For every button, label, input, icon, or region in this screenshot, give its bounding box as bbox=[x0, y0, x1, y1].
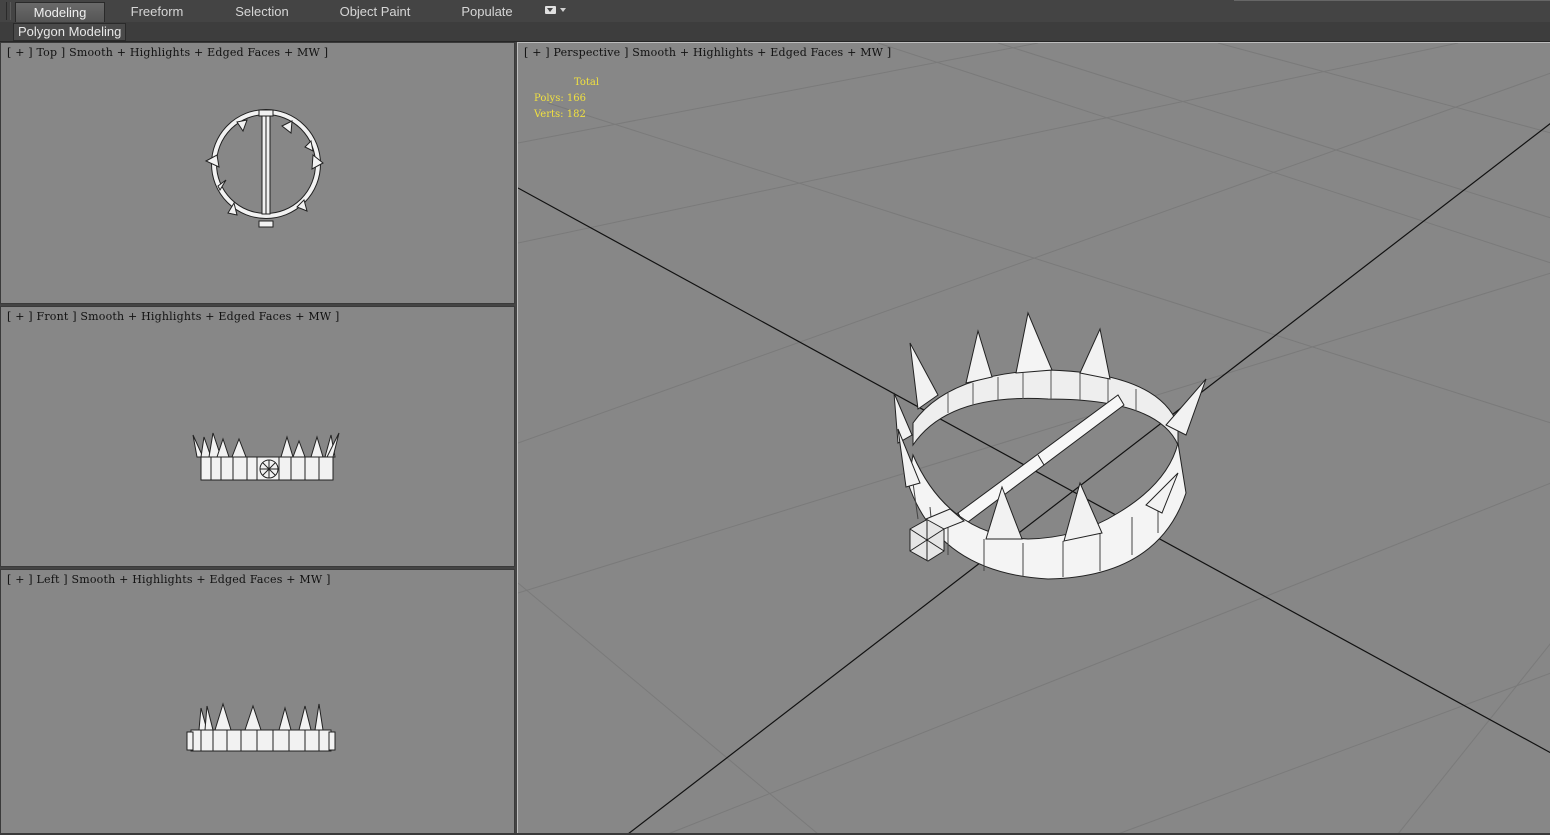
ribbon-grip-handle[interactable] bbox=[6, 2, 11, 20]
tab-freeform[interactable]: Freeform bbox=[117, 2, 197, 21]
stats-polys-label: Polys: bbox=[534, 93, 564, 104]
tab-populate[interactable]: Populate bbox=[447, 2, 527, 21]
viewport-front[interactable]: [ + ] Front ] Smooth + Highlights + Edge… bbox=[0, 306, 515, 567]
stats-polys: Polys: 166 bbox=[534, 93, 586, 104]
crown-model bbox=[893, 311, 1207, 580]
left-view-crown-model bbox=[186, 702, 336, 752]
stats-polys-value: 166 bbox=[566, 93, 586, 104]
tab-selection[interactable]: Selection bbox=[222, 2, 302, 21]
polygon-modeling-panel-button[interactable]: Polygon Modeling bbox=[13, 23, 127, 41]
stats-total-label: Total bbox=[574, 77, 600, 88]
stats-verts-value: 182 bbox=[566, 109, 586, 120]
tab-object-paint[interactable]: Object Paint bbox=[328, 2, 422, 21]
stats-verts: Verts: 182 bbox=[534, 109, 586, 120]
ribbon-options-dropdown-icon[interactable] bbox=[543, 5, 567, 17]
ribbon-panel-row: Polygon Modeling bbox=[0, 22, 1550, 42]
viewport-perspective[interactable]: [ + ] Perspective ] Smooth + Highlights … bbox=[517, 42, 1550, 835]
viewport-perspective-label[interactable]: [ + ] Perspective ] Smooth + Highlights … bbox=[524, 46, 891, 59]
ribbon-divider bbox=[1234, 0, 1550, 1]
tab-modeling[interactable]: Modeling bbox=[15, 2, 105, 22]
viewport-left[interactable]: [ + ] Left ] Smooth + Highlights + Edged… bbox=[0, 569, 515, 835]
ribbon-tab-bar: Modeling Freeform Selection Object Paint… bbox=[0, 0, 1550, 23]
front-view-crown-model bbox=[192, 432, 340, 481]
ground-axes bbox=[518, 123, 1550, 834]
ground-grid bbox=[518, 43, 1550, 834]
perspective-grid-and-model bbox=[518, 43, 1550, 834]
viewport-top[interactable]: [ + ] Top ] Smooth + Highlights + Edged … bbox=[0, 42, 515, 304]
top-view-crown-model bbox=[204, 109, 324, 228]
stats-verts-label: Verts: bbox=[534, 109, 564, 120]
